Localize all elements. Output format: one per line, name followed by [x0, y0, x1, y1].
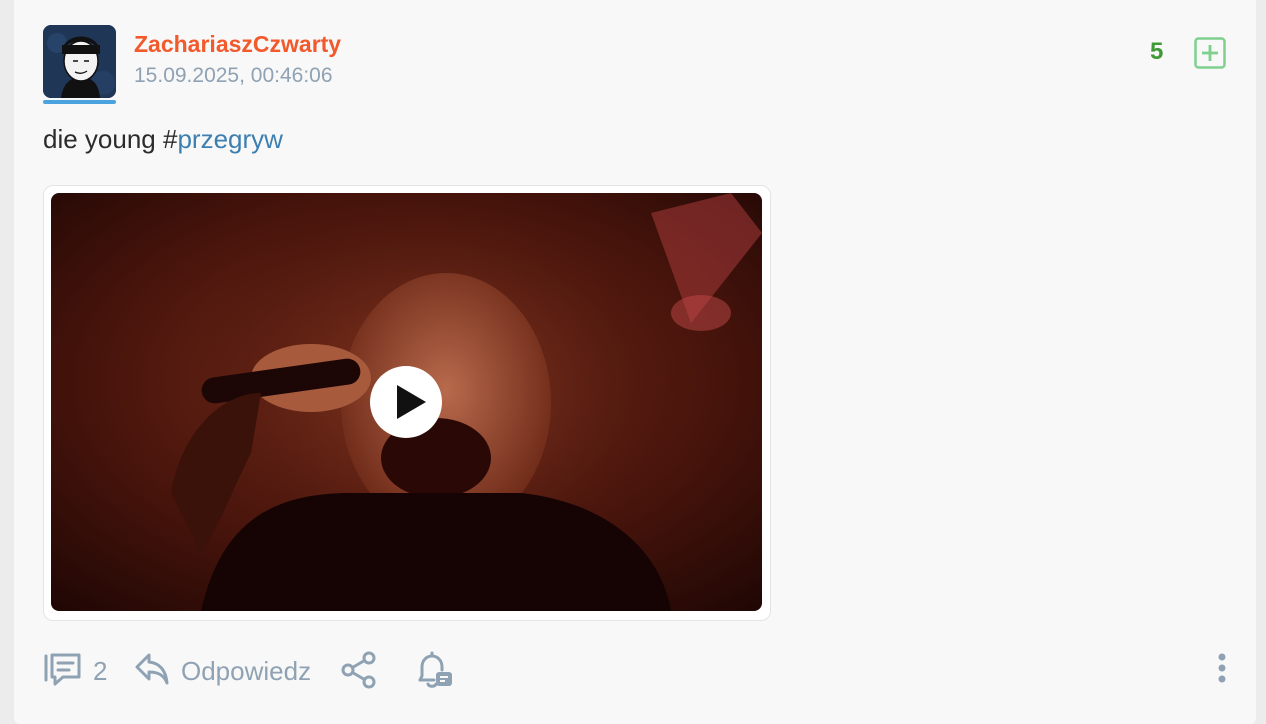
video-thumbnail[interactable] — [51, 193, 762, 611]
plus-square-icon — [1194, 37, 1226, 69]
share-icon — [341, 651, 376, 689]
reply-button[interactable]: Odpowiedz — [134, 646, 324, 694]
avatar-underline — [43, 100, 116, 104]
reply-icon — [135, 653, 169, 685]
share-button[interactable] — [340, 646, 380, 694]
post-text: die young # — [43, 124, 178, 154]
avatar-image — [43, 25, 116, 98]
notify-button[interactable] — [414, 646, 456, 694]
reply-label: Odpowiedz — [181, 656, 312, 686]
hashtag-link[interactable]: przegryw — [177, 124, 282, 154]
play-icon[interactable] — [370, 366, 442, 438]
vote-score: 5 — [1150, 38, 1164, 65]
bell-icon — [418, 651, 452, 688]
post-actions: 2 Odpowiedz — [14, 646, 1256, 696]
avatar[interactable] — [43, 25, 116, 98]
video-embed — [43, 185, 771, 621]
post-card: ZachariaszCzwarty 15.09.2025, 00:46:06 5… — [14, 0, 1256, 724]
more-vertical-icon — [1218, 653, 1226, 683]
more-button[interactable] — [1212, 646, 1232, 694]
author-name[interactable]: ZachariaszCzwarty — [134, 31, 341, 58]
comments-icon — [44, 653, 81, 686]
comment-count: 2 — [93, 656, 108, 686]
comments-button[interactable]: 2 — [43, 646, 113, 694]
post-body: die young #przegryw — [43, 124, 283, 155]
plus-button[interactable] — [1194, 37, 1226, 69]
post-timestamp[interactable]: 15.09.2025, 00:46:06 — [134, 64, 333, 88]
